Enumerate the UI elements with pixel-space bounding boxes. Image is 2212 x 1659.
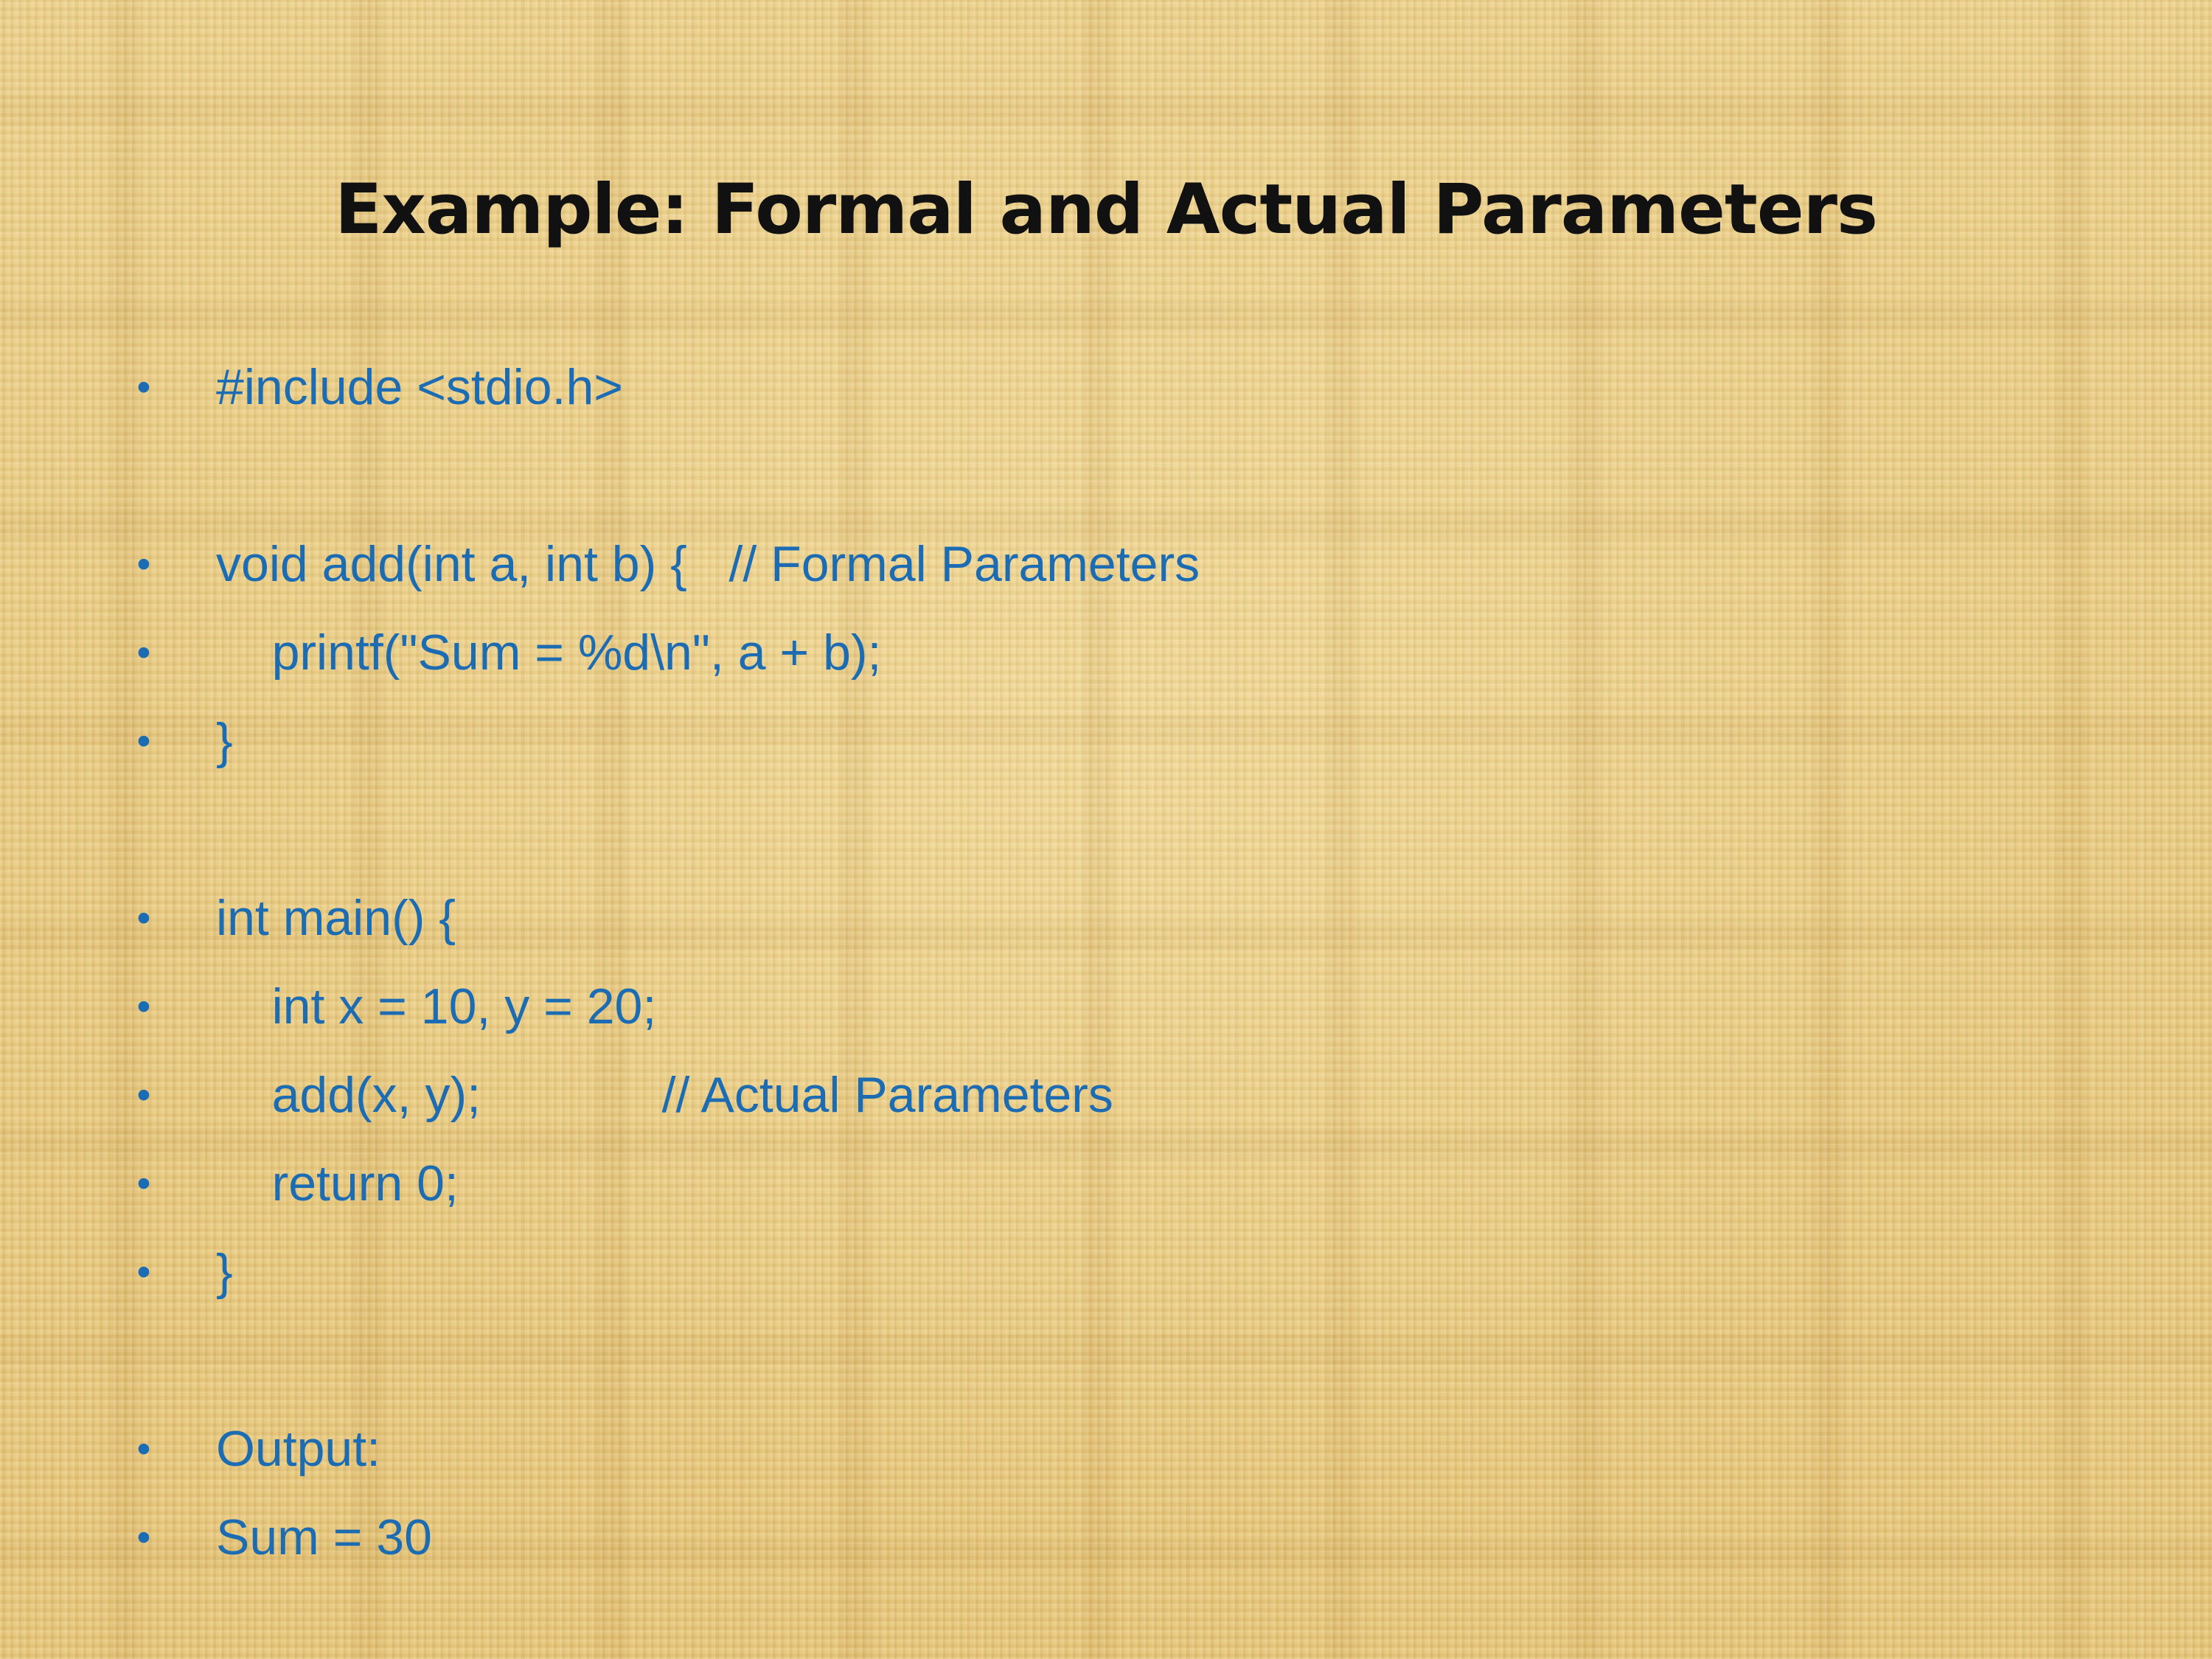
bullet-icon: • xyxy=(136,630,151,675)
list-item: • int x = 10, y = 20; xyxy=(129,962,2120,1051)
list-item: • Output: xyxy=(129,1405,2120,1493)
output-value: Sum = 30 xyxy=(216,1509,432,1565)
blank-line xyxy=(129,1316,2120,1405)
list-item: • #include <stdio.h> xyxy=(129,343,2120,431)
bullet-icon: • xyxy=(136,365,151,409)
blank-line xyxy=(129,431,2120,520)
output-label: Output: xyxy=(216,1421,381,1477)
code-line-include: #include <stdio.h> xyxy=(216,359,623,415)
list-item: • add(x, y); // Actual Parameters xyxy=(129,1051,2120,1139)
list-item: • void add(int a, int b) { // Formal Par… xyxy=(129,520,2120,608)
bullet-icon: • xyxy=(136,719,151,763)
bullet-icon: • xyxy=(136,542,151,586)
list-item: • } xyxy=(129,697,2120,785)
list-item: • } xyxy=(129,1228,2120,1316)
slide-title: Example: Formal and Actual Parameters xyxy=(335,170,1878,250)
code-line-declare-xy: int x = 10, y = 20; xyxy=(216,978,657,1034)
bullet-icon: • xyxy=(136,1427,151,1471)
list-item: • int main() { xyxy=(129,874,2120,962)
code-line-close-add: } xyxy=(216,713,233,769)
code-line-main-signature: int main() { xyxy=(216,890,456,946)
bullet-icon: • xyxy=(136,984,151,1029)
bullet-icon: • xyxy=(136,1161,151,1206)
slide: Example: Formal and Actual Parameters • … xyxy=(0,0,2212,1659)
code-line-add-signature: void add(int a, int b) { // Formal Param… xyxy=(216,536,1200,592)
code-line-return: return 0; xyxy=(216,1155,459,1211)
code-bullet-list: • #include <stdio.h> • void add(int a, i… xyxy=(129,343,2120,1582)
list-item: • return 0; xyxy=(129,1139,2120,1228)
bullet-icon: • xyxy=(136,896,151,940)
list-item: • Sum = 30 xyxy=(129,1493,2120,1582)
blank-line xyxy=(129,785,2120,874)
code-line-printf: printf("Sum = %d\n", a + b); xyxy=(216,625,882,681)
bullet-icon: • xyxy=(136,1250,151,1294)
list-item: • printf("Sum = %d\n", a + b); xyxy=(129,608,2120,697)
code-line-call-add: add(x, y); // Actual Parameters xyxy=(216,1067,1113,1123)
bullet-icon: • xyxy=(136,1073,151,1117)
bullet-icon: • xyxy=(136,1515,151,1559)
code-line-close-main: } xyxy=(216,1244,233,1300)
